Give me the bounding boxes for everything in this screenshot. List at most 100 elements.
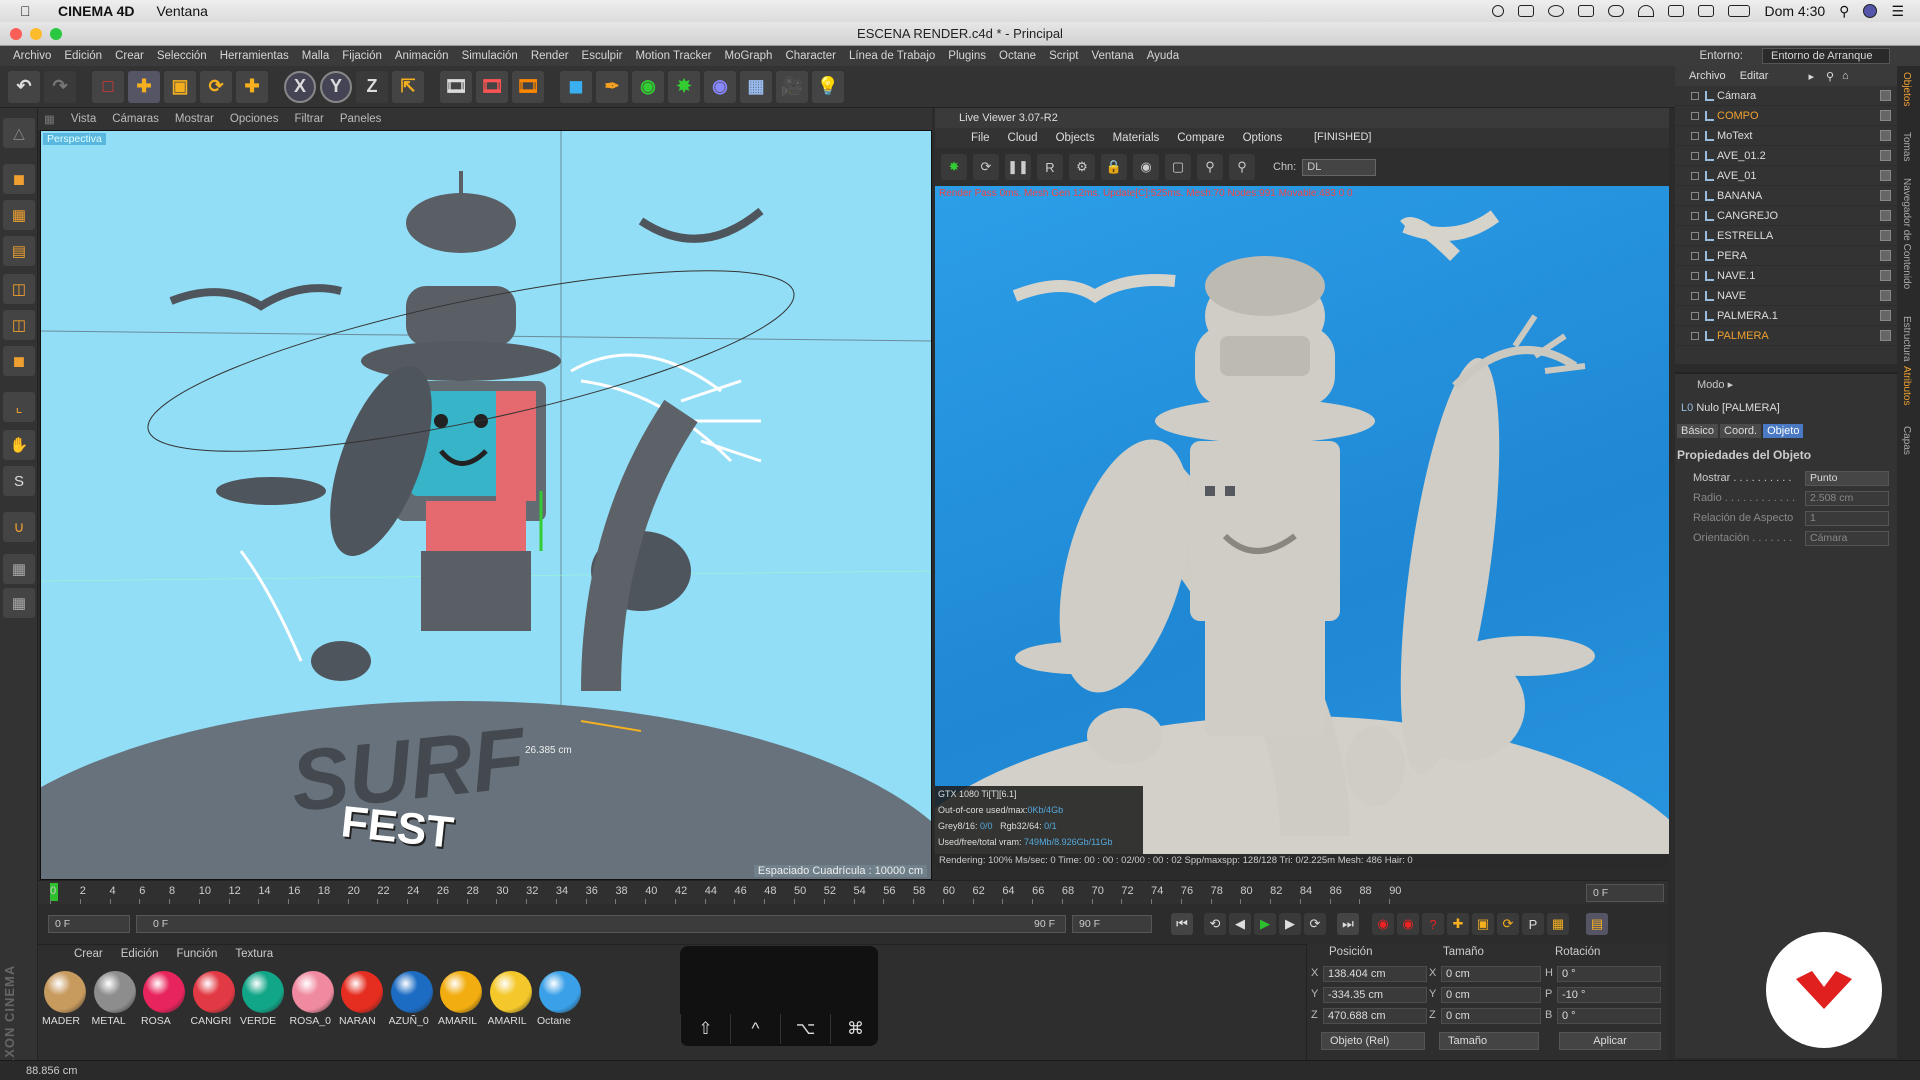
visibility-checkbox[interactable] [1880, 250, 1891, 261]
live-viewer-menu-objects[interactable]: Objects [1056, 132, 1095, 144]
tweak-mode-icon[interactable]: ✋ [3, 430, 35, 460]
siri-icon[interactable] [1863, 4, 1878, 18]
environment-dropdown[interactable]: Entorno de Arranque [1762, 48, 1890, 64]
attribute-tab-objeto[interactable]: Objeto [1763, 424, 1804, 438]
volume-icon[interactable] [1698, 5, 1715, 17]
visibility-checkbox[interactable] [1880, 110, 1891, 121]
expand-toggle-icon[interactable] [1691, 152, 1699, 160]
key-position-icon[interactable]: ✚ [1447, 913, 1469, 935]
object-row[interactable]: PALMERA [1675, 326, 1897, 346]
menu-fijaci-n[interactable]: Fijación [342, 50, 382, 62]
coordinate-mode-dropdown[interactable]: Objeto (Rel) [1321, 1032, 1425, 1050]
menu-esculpir[interactable]: Esculpir [582, 50, 623, 62]
visibility-checkbox[interactable] [1880, 310, 1891, 321]
rotate-tool-icon[interactable]: ⟳ [200, 70, 232, 103]
viewport-menu-c-maras[interactable]: Cámaras [112, 113, 159, 125]
material-menu-función[interactable]: Función [176, 948, 217, 960]
minimize-window-button[interactable] [30, 28, 42, 40]
side-tab-navegador-de-contenido[interactable]: Navegador de Contenido [1901, 178, 1912, 289]
apply-button[interactable]: Aplicar [1559, 1032, 1661, 1050]
pick-material-icon[interactable]: ⚲ [1229, 154, 1255, 180]
spline-pen-icon[interactable]: ✒ [596, 70, 628, 103]
restart-render-icon[interactable]: ⟳ [973, 154, 999, 180]
property-value[interactable]: Cámara [1805, 531, 1889, 546]
side-tab-atributos[interactable]: Atributos [1901, 366, 1912, 405]
side-tab-tomas[interactable]: Tomas [1901, 132, 1912, 161]
notification-icon[interactable]: ☰ [1891, 3, 1904, 20]
menu-mograph[interactable]: MoGraph [725, 50, 773, 62]
magnet-icon[interactable]: ∪ [3, 512, 35, 542]
redo-icon[interactable]: ↷ [44, 70, 76, 103]
menu-script[interactable]: Script [1049, 50, 1078, 62]
previous-frame-icon[interactable]: ◀ [1229, 913, 1251, 935]
close-window-button[interactable] [10, 28, 22, 40]
material-menu-edición[interactable]: Edición [121, 948, 159, 960]
material-swatch[interactable]: AZUÑ_0 [389, 971, 435, 1033]
material-ball-icon[interactable]: ◉ [1133, 154, 1159, 180]
expand-toggle-icon[interactable] [1691, 332, 1699, 340]
objects-home-icon[interactable]: ⌂ [1842, 70, 1849, 82]
autokey-icon[interactable]: ◉ [1397, 913, 1419, 935]
render-picture-viewer-icon[interactable]: 🎞 [476, 70, 508, 103]
viewport-menu-vista[interactable]: Vista [71, 113, 96, 125]
objects-menu-editar[interactable]: Editar [1740, 70, 1769, 82]
mac-app-name[interactable]: CINEMA 4D [58, 3, 135, 19]
model-mode-icon[interactable]: ◼ [3, 164, 35, 194]
keyframe-selection-icon[interactable]: ? [1422, 913, 1444, 935]
creative-cloud-icon[interactable] [1548, 5, 1565, 17]
next-frame-icon[interactable]: ▶ [1279, 913, 1301, 935]
expand-toggle-icon[interactable] [1691, 312, 1699, 320]
objects-search-icon[interactable]: ⚲ [1826, 70, 1834, 83]
channel-dropdown[interactable]: DL [1302, 158, 1377, 176]
expand-toggle-icon[interactable] [1691, 172, 1699, 180]
lock-icon[interactable]: 🔒 [1101, 154, 1127, 180]
object-row[interactable]: PERA [1675, 246, 1897, 266]
position-x-field[interactable]: 138.404 cm [1323, 966, 1427, 982]
octane-refresh-icon[interactable]: ✸ [941, 154, 967, 180]
object-row[interactable]: BANANA [1675, 186, 1897, 206]
key-parameter-icon[interactable]: P [1522, 913, 1544, 935]
play-icon[interactable]: ▶ [1254, 913, 1276, 935]
key-rotation-icon[interactable]: ⟳ [1497, 913, 1519, 935]
live-selection-icon[interactable]: □ [92, 70, 124, 103]
move-tool-icon[interactable]: ✚ [128, 70, 160, 103]
object-row[interactable]: AVE_01 [1675, 166, 1897, 186]
wifi-icon[interactable] [1638, 5, 1655, 17]
material-swatch[interactable]: METAL [92, 971, 138, 1033]
object-row[interactable]: PALMERA.1 [1675, 306, 1897, 326]
timeline-ruler[interactable]: 0 F 0 2 4 6 8 10 12 14 16 18 20 22 24 26 28 30 32 34 36 38 4… [38, 880, 1668, 905]
object-row[interactable]: CANGREJO [1675, 206, 1897, 226]
attribute-mode-label[interactable]: Modo [1697, 379, 1725, 391]
expand-toggle-icon[interactable] [1691, 232, 1699, 240]
battery-icon[interactable] [1728, 5, 1751, 17]
object-row[interactable]: Cámara [1675, 86, 1897, 106]
cloner-icon[interactable]: ✸ [668, 70, 700, 103]
viewport-menu-opciones[interactable]: Opciones [230, 113, 279, 125]
size-x-field[interactable]: 0 cm [1441, 966, 1541, 982]
dropbox-icon[interactable] [1578, 5, 1595, 17]
camera-icon[interactable]: 🎥 [776, 70, 808, 103]
visibility-checkbox[interactable] [1880, 230, 1891, 241]
position-y-field[interactable]: -334.35 cm [1323, 987, 1427, 1003]
workplane-icon[interactable]: ▦ [3, 554, 35, 584]
property-value[interactable]: 2.508 cm [1805, 491, 1889, 506]
object-row[interactable]: NAVE.1 [1675, 266, 1897, 286]
object-row[interactable]: MoText [1675, 126, 1897, 146]
viewport-menu-paneles[interactable]: Paneles [340, 113, 382, 125]
visibility-checkbox[interactable] [1880, 210, 1891, 221]
locked-workplane-icon[interactable]: ▦ [3, 588, 35, 618]
subdivision-surface-icon[interactable]: ◉ [632, 70, 664, 103]
record-keyframe-icon[interactable]: ◉ [1372, 913, 1394, 935]
object-row[interactable]: NAVE [1675, 286, 1897, 306]
pick-focus-icon[interactable]: ⚲ [1197, 154, 1223, 180]
objects-menu-archivo[interactable]: Archivo [1689, 70, 1726, 82]
visibility-checkbox[interactable] [1880, 290, 1891, 301]
next-key-icon[interactable]: ⟳ [1304, 913, 1326, 935]
material-menu-crear[interactable]: Crear [74, 948, 103, 960]
current-frame-field[interactable]: 0 F [1586, 884, 1664, 902]
live-render-image[interactable]: Render Pass 0ms. Mesh Gen 12ms. Update[C… [935, 186, 1669, 854]
region-render-icon[interactable]: R [1037, 154, 1063, 180]
visibility-checkbox[interactable] [1880, 170, 1891, 181]
pause-render-icon[interactable]: ❚❚ [1005, 154, 1031, 180]
expand-toggle-icon[interactable] [1691, 92, 1699, 100]
